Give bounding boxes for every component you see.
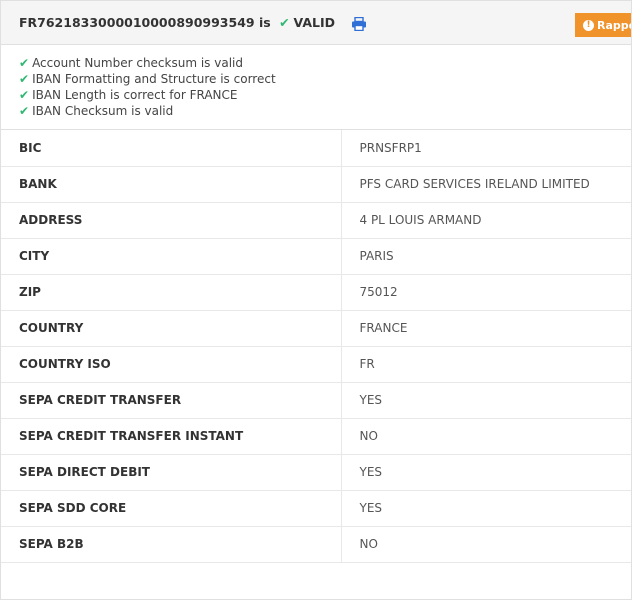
result-title: FR7621833000010000890993549 is ✔ VALID: [19, 15, 335, 30]
check-text: Account Number checksum is valid: [32, 56, 243, 70]
check-item: ✔ IBAN Length is correct for FRANCE: [19, 87, 631, 103]
table-row: SEPA CREDIT TRANSFER YES: [1, 382, 631, 419]
row-label: SEPA CREDIT TRANSFER: [1, 382, 342, 419]
checkmark-icon: ✔: [19, 56, 30, 70]
report-button[interactable]: ! Rappor: [575, 13, 631, 37]
table-row: BANK PFS CARD SERVICES IRELAND LIMITED: [1, 166, 631, 203]
result-header: FR7621833000010000890993549 is ✔ VALID ! …: [1, 1, 631, 45]
report-label: Rappor: [597, 18, 631, 32]
iban-number: FR7621833000010000890993549: [19, 15, 255, 30]
row-label: SEPA CREDIT TRANSFER INSTANT: [1, 418, 342, 455]
table-row: ZIP 75012: [1, 274, 631, 311]
table-row: SEPA SDD CORE YES: [1, 490, 631, 527]
check-item: ✔ IBAN Checksum is valid: [19, 103, 631, 119]
table-row: COUNTRY ISO FR: [1, 346, 631, 383]
check-text: IBAN Formatting and Structure is correct: [32, 72, 276, 86]
row-value: NO: [341, 526, 631, 563]
row-value: 75012: [341, 274, 631, 311]
row-value: FRANCE: [341, 310, 631, 347]
check-text: IBAN Checksum is valid: [32, 104, 174, 118]
iban-result-panel: FR7621833000010000890993549 is ✔ VALID ! …: [0, 0, 632, 600]
row-value: PARIS: [341, 238, 631, 275]
is-text: is: [258, 15, 271, 30]
row-value: FR: [341, 346, 631, 383]
row-label: ZIP: [1, 274, 342, 311]
check-icon: ✔: [279, 15, 290, 30]
row-value: 4 PL LOUIS ARMAND: [341, 202, 631, 239]
row-label: COUNTRY ISO: [1, 346, 342, 383]
check-text: IBAN Length is correct for FRANCE: [32, 88, 238, 102]
row-label: BIC: [1, 130, 342, 167]
row-value: PFS CARD SERVICES IRELAND LIMITED: [341, 166, 631, 203]
table-row: ADDRESS 4 PL LOUIS ARMAND: [1, 202, 631, 239]
bank-details-table: BIC PRNSFRP1 BANK PFS CARD SERVICES IREL…: [1, 130, 631, 563]
table-row: BIC PRNSFRP1: [1, 130, 631, 167]
row-value: NO: [341, 418, 631, 455]
row-label: CITY: [1, 238, 342, 275]
check-item: ✔ IBAN Formatting and Structure is correc…: [19, 71, 631, 87]
row-label: COUNTRY: [1, 310, 342, 347]
table-row: SEPA B2B NO: [1, 526, 631, 563]
row-label: SEPA B2B: [1, 526, 342, 563]
table-row: SEPA DIRECT DEBIT YES: [1, 454, 631, 491]
checkmark-icon: ✔: [19, 72, 30, 86]
check-item: ✔ Account Number checksum is valid: [19, 55, 631, 71]
row-value: PRNSFRP1: [341, 130, 631, 167]
printer-icon[interactable]: [351, 16, 367, 31]
row-label: SEPA SDD CORE: [1, 490, 342, 527]
checkmark-icon: ✔: [19, 88, 30, 102]
row-label: BANK: [1, 166, 342, 203]
info-icon: !: [583, 19, 594, 31]
row-value: YES: [341, 490, 631, 527]
row-label: ADDRESS: [1, 202, 342, 239]
status-valid: VALID: [293, 15, 336, 30]
validation-checks: ✔ Account Number checksum is valid ✔ IBAN …: [1, 45, 631, 130]
table-row: COUNTRY FRANCE: [1, 310, 631, 347]
row-value: YES: [341, 454, 631, 491]
row-value: YES: [341, 382, 631, 419]
table-row: CITY PARIS: [1, 238, 631, 275]
row-label: SEPA DIRECT DEBIT: [1, 454, 342, 491]
table-row: SEPA CREDIT TRANSFER INSTANT NO: [1, 418, 631, 455]
checkmark-icon: ✔: [19, 104, 30, 118]
